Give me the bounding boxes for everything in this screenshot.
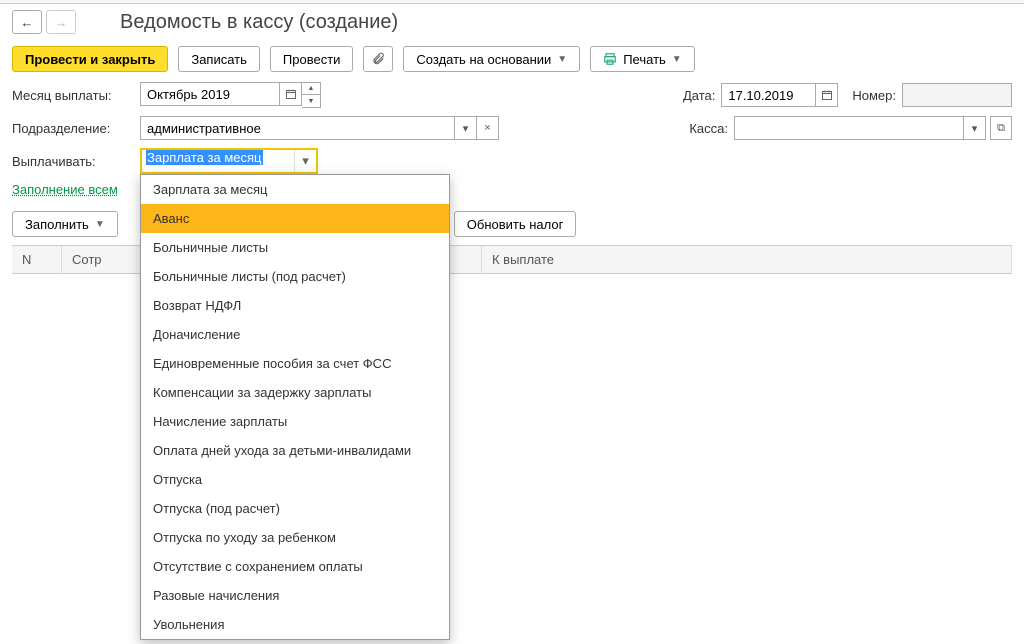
- page-title: Ведомость в кассу (создание): [120, 11, 398, 34]
- create-based-on-button[interactable]: Создать на основании ▼: [403, 46, 580, 72]
- pay-type-option[interactable]: Больничные листы: [141, 233, 449, 262]
- caret-down-icon: ▾: [463, 122, 469, 135]
- month-input[interactable]: [140, 82, 280, 106]
- calendar-button[interactable]: [280, 82, 302, 106]
- pay-type-option[interactable]: Отпуска (под расчет): [141, 494, 449, 523]
- caret-down-icon: ▾: [972, 122, 978, 135]
- pay-type-option[interactable]: Отпуска по уходу за ребенком: [141, 523, 449, 552]
- write-button[interactable]: Записать: [178, 46, 260, 72]
- dept-clear-button[interactable]: ×: [477, 116, 499, 140]
- kassa-dropdown-button[interactable]: ▾: [964, 116, 986, 140]
- caret-down-icon: ▾: [302, 153, 309, 169]
- calendar-icon: [821, 89, 833, 101]
- create-based-on-label: Создать на основании: [416, 52, 551, 67]
- kassa-open-button[interactable]: ⧉: [990, 116, 1012, 140]
- caret-down-icon: ▼: [672, 54, 682, 65]
- post-button[interactable]: Провести: [270, 46, 354, 72]
- pay-type-option[interactable]: Единовременные пособия за счет ФСС: [141, 349, 449, 378]
- caret-down-icon: ▼: [95, 219, 105, 230]
- fill-all-link[interactable]: Заполнение всем: [12, 182, 118, 197]
- pay-type-option[interactable]: Доначисление: [141, 320, 449, 349]
- nav-forward-button[interactable]: →: [46, 10, 76, 34]
- post-and-close-button[interactable]: Провести и закрыть: [12, 46, 168, 72]
- open-icon: ⧉: [997, 122, 1005, 135]
- pay-type-input[interactable]: Зарплата за месяц: [142, 150, 294, 172]
- nav-back-button[interactable]: ←: [12, 10, 42, 34]
- print-label: Печать: [623, 52, 666, 67]
- pay-type-option[interactable]: Увольнения: [141, 610, 449, 639]
- chevron-up-icon[interactable]: ▲: [302, 83, 320, 95]
- update-tax-button[interactable]: Обновить налог: [454, 211, 577, 237]
- arrow-right-icon: →: [55, 15, 68, 30]
- dept-input[interactable]: [140, 116, 455, 140]
- month-spinner[interactable]: ▲ ▼: [302, 82, 321, 108]
- month-label: Месяц выплаты:: [12, 88, 132, 103]
- kassa-input[interactable]: [734, 116, 964, 140]
- kassa-label: Касса:: [689, 121, 728, 136]
- print-button[interactable]: Печать ▼: [590, 46, 695, 72]
- pay-type-field[interactable]: Зарплата за месяц ▾: [140, 148, 318, 174]
- pay-type-value: Зарплата за месяц: [146, 150, 263, 165]
- pay-label: Выплачивать:: [12, 154, 132, 169]
- pay-type-option[interactable]: Оплата дней ухода за детьми-инвалидами: [141, 436, 449, 465]
- attach-button[interactable]: [363, 46, 393, 72]
- dept-dropdown-button[interactable]: ▾: [455, 116, 477, 140]
- pay-type-option[interactable]: Начисление зарплаты: [141, 407, 449, 436]
- calendar-icon: [285, 88, 297, 100]
- fill-label: Заполнить: [25, 217, 89, 232]
- date-calendar-button[interactable]: [816, 83, 838, 107]
- number-input: [902, 83, 1012, 107]
- pay-type-option[interactable]: Отсутствие с сохранением оплаты: [141, 552, 449, 581]
- pay-type-option[interactable]: Больничные листы (под расчет): [141, 262, 449, 291]
- pay-type-option[interactable]: Зарплата за месяц: [141, 175, 449, 204]
- dept-label: Подразделение:: [12, 121, 132, 136]
- number-label: Номер:: [852, 88, 896, 103]
- chevron-down-icon[interactable]: ▼: [302, 95, 320, 107]
- caret-down-icon: ▼: [557, 54, 567, 65]
- pay-type-option[interactable]: Аванс: [141, 204, 449, 233]
- pay-type-option[interactable]: Отпуска: [141, 465, 449, 494]
- printer-icon: [603, 52, 617, 66]
- date-label: Дата:: [683, 88, 715, 103]
- date-input[interactable]: [721, 83, 816, 107]
- pay-type-option[interactable]: Компенсации за задержку зарплаты: [141, 378, 449, 407]
- pay-type-dropdown: Зарплата за месяцАвансБольничные листыБо…: [140, 174, 450, 640]
- pay-type-option[interactable]: Разовые начисления: [141, 581, 449, 610]
- pay-type-dropdown-button[interactable]: ▾: [294, 150, 316, 172]
- arrow-left-icon: ←: [21, 15, 34, 30]
- table-header-cell[interactable]: К выплате: [482, 246, 1012, 273]
- fill-button[interactable]: Заполнить ▼: [12, 211, 118, 237]
- pay-type-option[interactable]: Возврат НДФЛ: [141, 291, 449, 320]
- paperclip-icon: [371, 52, 385, 66]
- table-header-cell[interactable]: N: [12, 246, 62, 273]
- close-icon: ×: [484, 122, 490, 134]
